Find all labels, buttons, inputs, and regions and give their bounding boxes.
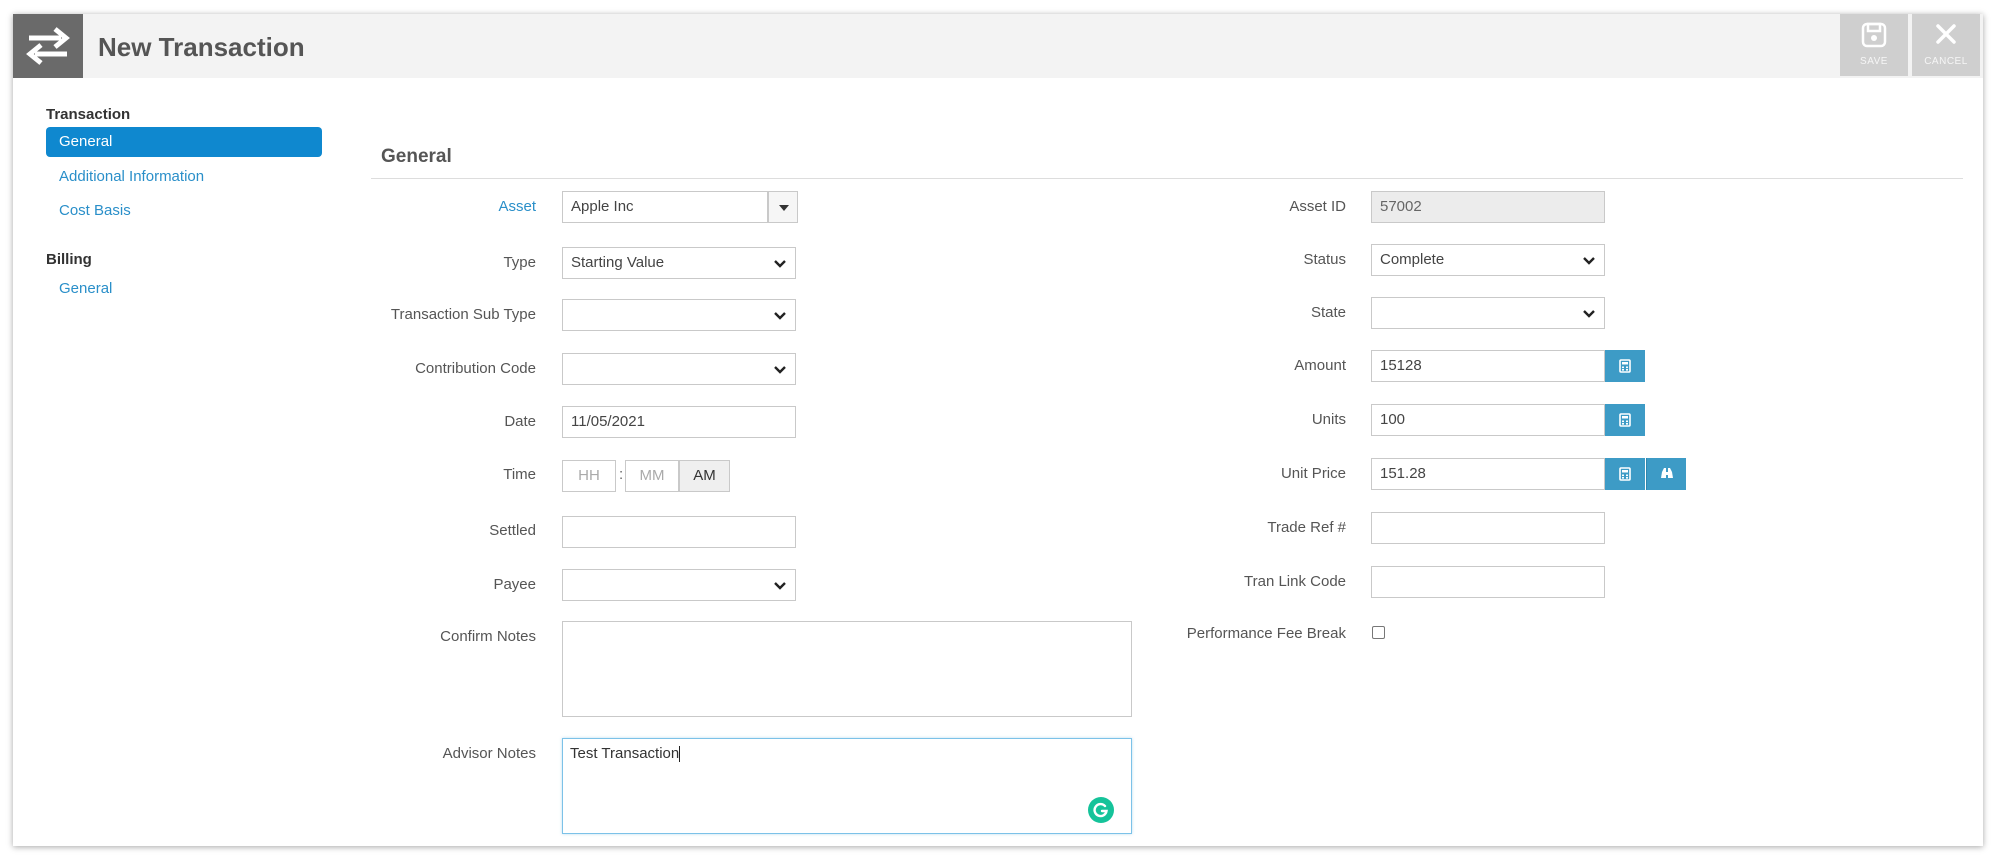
advisor-notes-value: Test Transaction	[570, 745, 680, 762]
sidebar-item-cost-basis[interactable]: Cost Basis	[46, 196, 322, 226]
settled-label: Settled	[489, 522, 536, 539]
asset-input[interactable]: Apple Inc	[562, 191, 768, 223]
amount-input[interactable]: 15128	[1371, 350, 1605, 382]
cancel-label: CANCEL	[1924, 56, 1968, 67]
asset-id-field: 57002	[1371, 191, 1605, 223]
chevron-down-icon	[1583, 257, 1595, 265]
unit-price-label: Unit Price	[1280, 465, 1346, 482]
time-separator: :	[619, 466, 624, 483]
header-bar: New Transaction SAVE CANCEL	[13, 14, 1983, 78]
units-input[interactable]: 100	[1371, 404, 1605, 436]
contribution-code-select[interactable]	[562, 353, 796, 385]
status-select[interactable]: Complete	[1371, 244, 1605, 276]
unit-price-calculator-button[interactable]	[1605, 458, 1645, 490]
sidebar-item-transaction-general[interactable]: General	[46, 127, 322, 157]
transfer-arrows-icon	[13, 14, 83, 78]
status-label: Status	[1303, 251, 1346, 268]
unit-price-lookup-button[interactable]	[1646, 458, 1686, 490]
status-value: Complete	[1380, 251, 1445, 268]
calculator-icon	[1619, 413, 1631, 427]
contribution-code-label: Contribution Code	[415, 360, 536, 377]
calculator-icon	[1619, 359, 1631, 373]
sidebar-item-billing-general[interactable]: General	[46, 274, 322, 304]
text-cursor	[679, 746, 681, 763]
type-label: Type	[503, 254, 536, 271]
sidebar-group-transaction: Transaction	[46, 106, 131, 123]
advisor-notes-textarea[interactable]: Test Transaction	[562, 738, 1132, 834]
chevron-down-icon	[774, 366, 786, 374]
am-pm-toggle[interactable]: AM	[679, 460, 730, 492]
transaction-sub-type-label: Transaction Sub Type	[390, 306, 536, 323]
units-label: Units	[1311, 411, 1346, 428]
tran-link-code-label: Tran Link Code	[1244, 573, 1346, 590]
trade-ref-label: Trade Ref #	[1267, 519, 1346, 536]
performance-fee-break-label: Performance Fee Break	[1186, 625, 1346, 642]
settled-input[interactable]	[562, 516, 796, 548]
grammarly-icon[interactable]	[1088, 797, 1114, 823]
asset-id-label: Asset ID	[1289, 198, 1346, 215]
advisor-notes-label: Advisor Notes	[442, 745, 536, 762]
caret-down-icon	[779, 205, 789, 211]
amount-label: Amount	[1294, 357, 1346, 374]
asset-dropdown-button[interactable]	[768, 191, 798, 223]
chevron-down-icon	[774, 582, 786, 590]
save-label: SAVE	[1860, 56, 1888, 67]
state-select[interactable]	[1371, 297, 1605, 329]
date-label: Date	[504, 413, 536, 430]
sidebar-group-billing: Billing	[46, 251, 92, 268]
sidebar-item-additional-information[interactable]: Additional Information	[46, 162, 322, 192]
amount-calculator-button[interactable]	[1605, 350, 1645, 382]
payee-label: Payee	[493, 576, 536, 593]
trade-ref-input[interactable]	[1371, 512, 1605, 544]
save-button[interactable]: SAVE	[1840, 14, 1908, 76]
type-select[interactable]: Starting Value	[562, 247, 796, 279]
cancel-button[interactable]: CANCEL	[1912, 14, 1980, 76]
binoculars-icon	[1661, 468, 1673, 478]
chevron-down-icon	[774, 312, 786, 320]
payee-select[interactable]	[562, 569, 796, 601]
unit-price-input[interactable]: 151.28	[1371, 458, 1605, 490]
section-divider	[371, 178, 1963, 179]
section-title: General	[381, 146, 452, 167]
performance-fee-break-checkbox[interactable]	[1372, 626, 1385, 639]
time-hour-input[interactable]: HH	[562, 460, 616, 492]
tran-link-code-input[interactable]	[1371, 566, 1605, 598]
save-icon	[1861, 22, 1887, 48]
confirm-notes-textarea[interactable]	[562, 621, 1132, 717]
confirm-notes-label: Confirm Notes	[440, 628, 536, 645]
chevron-down-icon	[1583, 310, 1595, 318]
asset-label-link[interactable]: Asset	[498, 198, 536, 215]
time-minute-input[interactable]: MM	[625, 460, 679, 492]
transaction-window: New Transaction SAVE CANCEL Transaction …	[13, 14, 1983, 846]
transaction-sub-type-select[interactable]	[562, 299, 796, 331]
date-input[interactable]: 11/05/2021	[562, 406, 796, 438]
page-title: New Transaction	[98, 32, 305, 62]
time-label: Time	[503, 466, 536, 483]
calculator-icon	[1619, 467, 1631, 481]
state-label: State	[1310, 304, 1346, 321]
units-calculator-button[interactable]	[1605, 404, 1645, 436]
type-value: Starting Value	[571, 254, 665, 271]
close-icon	[1936, 24, 1956, 44]
chevron-down-icon	[774, 260, 786, 268]
